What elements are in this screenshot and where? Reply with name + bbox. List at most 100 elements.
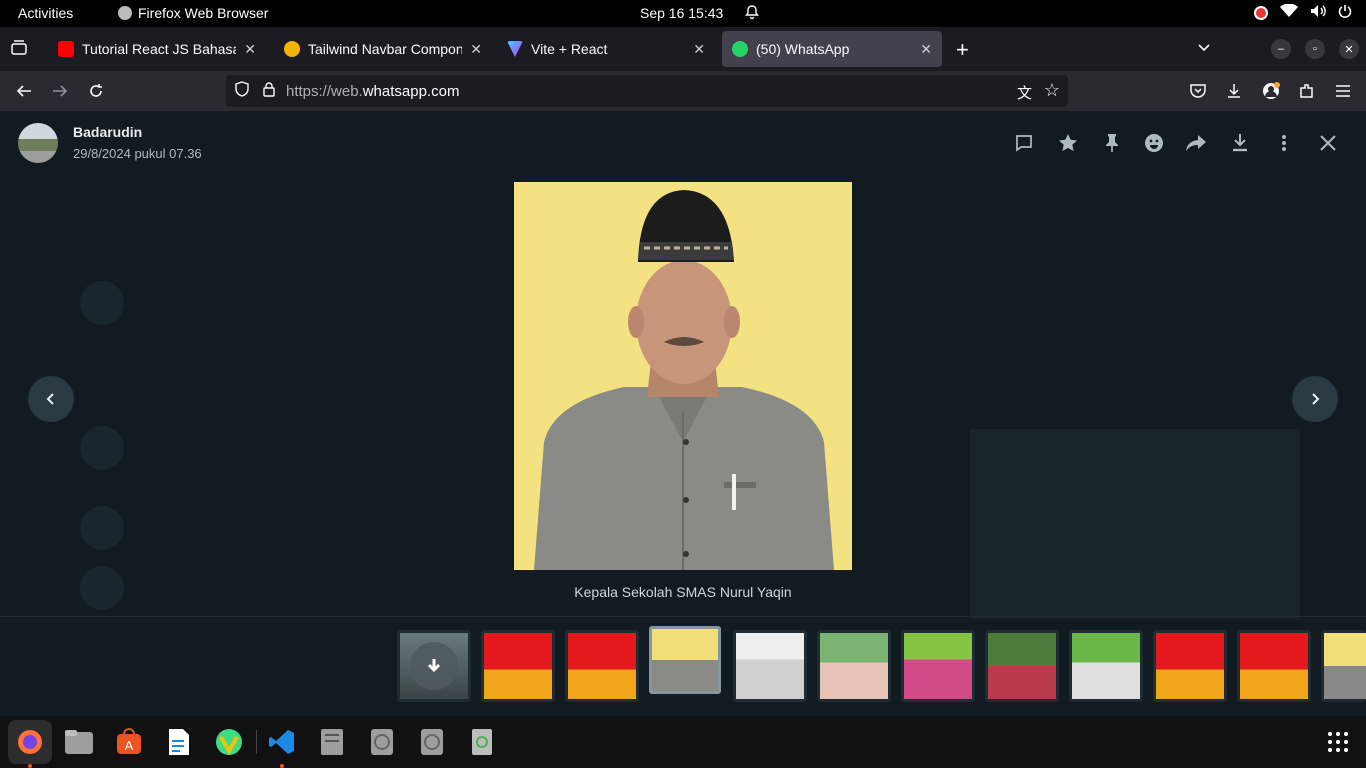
previous-button[interactable]: [28, 376, 74, 422]
android-studio-icon: [216, 729, 242, 756]
forward-message-icon[interactable]: [1184, 131, 1208, 155]
url-text[interactable]: https://web.whatsapp.com: [286, 83, 459, 100]
photo-caption: Kepala Sekolah SMAS Nurul Yaqin: [574, 584, 792, 600]
thumbnail[interactable]: [1153, 630, 1227, 702]
disk-launcher[interactable]: [314, 724, 350, 760]
thumbnail[interactable]: [1321, 630, 1366, 702]
files-launcher[interactable]: [61, 724, 97, 760]
vscode-launcher[interactable]: [264, 724, 300, 760]
new-tab-icon[interactable]: +: [956, 37, 969, 63]
pocket-icon[interactable]: [1188, 81, 1208, 101]
more-options-icon[interactable]: [1272, 131, 1296, 155]
tab-overview-icon[interactable]: [10, 39, 30, 59]
wifi-icon: [1280, 3, 1298, 21]
close-tab-icon[interactable]: ✕: [470, 41, 482, 58]
avatar[interactable]: [18, 123, 58, 163]
thumbnail[interactable]: [1237, 630, 1311, 702]
firefox-launcher[interactable]: [8, 720, 52, 764]
app-center-icon: A: [117, 728, 141, 754]
account-icon[interactable]: [1261, 81, 1281, 101]
thumbnail[interactable]: [481, 630, 555, 702]
tab-label: Tutorial React JS Bahasa: [82, 41, 237, 57]
minimize-icon[interactable]: –: [1271, 39, 1291, 59]
download-circle-icon[interactable]: [410, 642, 458, 690]
files-icon: [65, 730, 93, 754]
thumbnail[interactable]: [397, 630, 471, 702]
tab-label: (50) WhatsApp: [756, 41, 850, 57]
bookmark-star-icon[interactable]: ☆: [1044, 80, 1060, 101]
tab-tutorial-react[interactable]: Tutorial React JS Bahasa ✕: [48, 31, 266, 67]
lock-icon[interactable]: [262, 81, 280, 101]
star-icon[interactable]: [1056, 131, 1080, 155]
clock[interactable]: Sep 16 15:43: [640, 5, 723, 21]
menu-icon[interactable]: [1333, 81, 1353, 101]
tab-vite-react[interactable]: Vite + React ✕: [497, 31, 715, 67]
thumbnail[interactable]: [1069, 630, 1143, 702]
chevron-right-icon: [1312, 393, 1320, 405]
writer-launcher[interactable]: [161, 724, 197, 760]
trash-icon: [472, 729, 492, 755]
thumbnail[interactable]: [985, 630, 1059, 702]
dock: A: [0, 716, 1366, 768]
next-button[interactable]: [1292, 376, 1338, 422]
emoji-icon[interactable]: [1142, 131, 1166, 155]
running-indicator: [280, 764, 284, 768]
bell-icon: [744, 4, 760, 23]
tab-tailwind-navbar[interactable]: Tailwind Navbar Compon ✕: [274, 31, 492, 67]
reply-icon[interactable]: [1012, 131, 1036, 155]
forward-icon[interactable]: [50, 81, 70, 101]
background-avatar: [80, 281, 124, 325]
thumbnail[interactable]: [901, 630, 975, 702]
background-avatar: [80, 426, 124, 470]
reload-icon[interactable]: [86, 81, 106, 101]
main-photo: [514, 182, 852, 570]
show-apps-button[interactable]: [1320, 724, 1356, 760]
system-top-bar: Activities Firefox Web Browser Sep 16 15…: [0, 0, 1366, 27]
volume-icon: [1310, 4, 1326, 21]
drive-launcher-2[interactable]: [414, 724, 450, 760]
close-viewer-icon[interactable]: [1316, 131, 1340, 155]
activities-button[interactable]: Activities: [18, 5, 73, 21]
viewer-header: Badarudin 29/8/2024 pukul 07.36: [0, 111, 1366, 173]
back-icon[interactable]: [14, 81, 34, 101]
translate-icon[interactable]: 文: [1017, 82, 1032, 103]
download-icon[interactable]: [1228, 131, 1252, 155]
close-tab-icon[interactable]: ✕: [920, 41, 932, 58]
list-tabs-icon[interactable]: [1196, 39, 1212, 60]
app-center-launcher[interactable]: A: [111, 724, 147, 760]
thumbnail-strip: [0, 616, 1366, 716]
thumbnail[interactable]: [565, 630, 639, 702]
shield-icon[interactable]: [234, 81, 252, 101]
disk-icon: [321, 729, 343, 755]
extensions-icon[interactable]: [1297, 81, 1317, 101]
writer-icon: [169, 729, 189, 755]
drive-launcher[interactable]: [364, 724, 400, 760]
portrait-image: [514, 182, 852, 570]
app-menu[interactable]: Firefox Web Browser: [118, 5, 268, 21]
android-studio-launcher[interactable]: [211, 724, 247, 760]
app-name: Firefox Web Browser: [138, 5, 269, 21]
close-tab-icon[interactable]: ✕: [244, 41, 256, 58]
tab-whatsapp[interactable]: (50) WhatsApp ✕: [722, 31, 942, 67]
tab-strip: Tutorial React JS Bahasa ✕ Tailwind Navb…: [0, 27, 1366, 71]
downloads-icon[interactable]: [1224, 81, 1244, 101]
pin-icon[interactable]: [1100, 131, 1124, 155]
thumbnail-selected[interactable]: [649, 626, 721, 694]
system-tray[interactable]: [1254, 3, 1352, 21]
vite-icon: [507, 41, 523, 57]
trash-launcher[interactable]: [464, 724, 500, 760]
thumbnail[interactable]: [733, 630, 807, 702]
thumbnail[interactable]: [817, 630, 891, 702]
message-timestamp: 29/8/2024 pukul 07.36: [73, 146, 202, 161]
running-indicator: [28, 764, 32, 768]
media-viewer: Badarudin 29/8/2024 pukul 07.36 Kepala S…: [0, 111, 1366, 716]
drive-icon: [371, 729, 393, 755]
app-grid-icon: [1328, 732, 1348, 752]
url-bar[interactable]: https://web.whatsapp.com 文 ☆: [226, 75, 1068, 107]
sender-name[interactable]: Badarudin: [73, 124, 142, 140]
window-close-icon[interactable]: ✕: [1339, 39, 1359, 59]
maximize-icon[interactable]: ▫: [1305, 39, 1325, 59]
close-tab-icon[interactable]: ✕: [693, 41, 705, 58]
dock-separator: [256, 730, 257, 754]
url-domain: whatsapp.com: [362, 82, 460, 100]
